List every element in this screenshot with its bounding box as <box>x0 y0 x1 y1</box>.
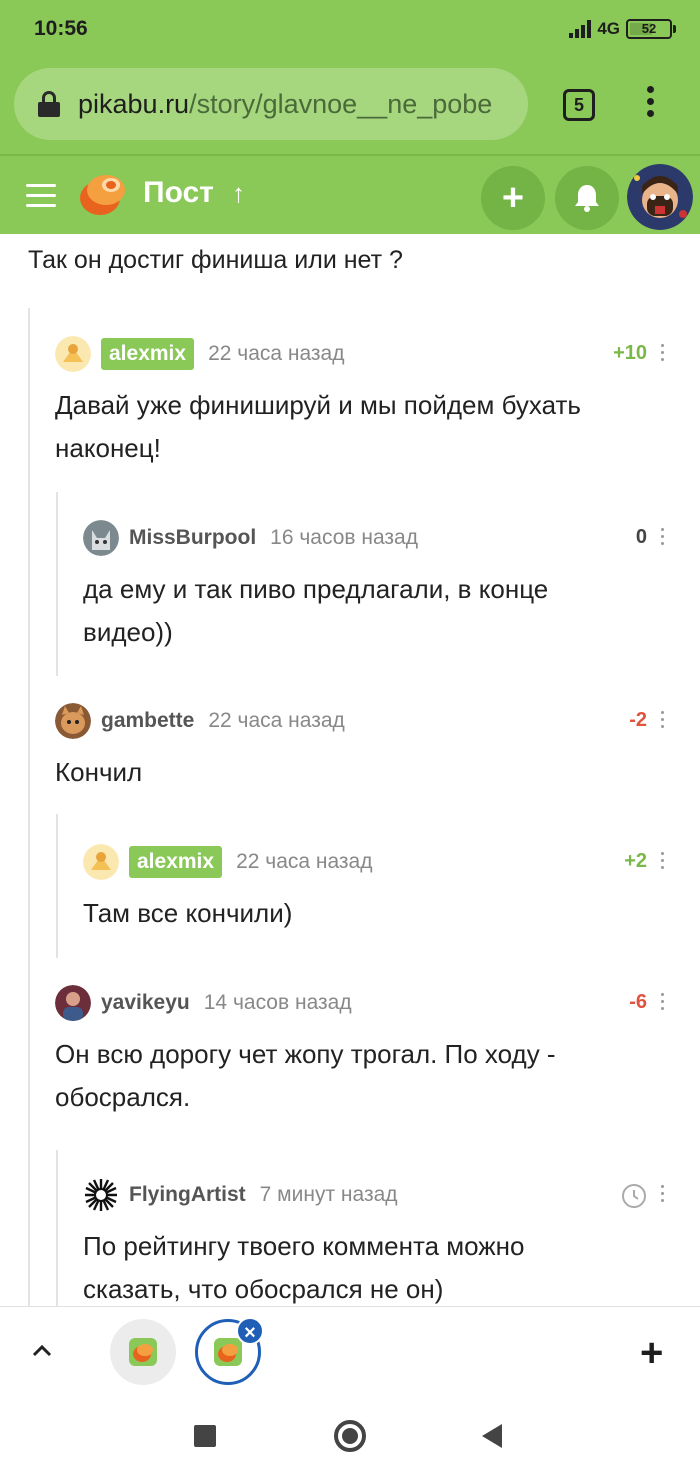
browser-toolbar: pikabu.ru/story/glavnoe__ne_pobe 5 <box>0 58 700 154</box>
comment-text: Давай уже финишируй и мы пойдем бухать н… <box>55 384 581 470</box>
more-options-icon[interactable] <box>661 711 665 731</box>
plus-icon: + <box>501 177 525 219</box>
more-options-icon[interactable] <box>661 344 665 364</box>
status-indicators: 4G 52 <box>569 17 676 41</box>
comment-time: 22 часа назад <box>236 850 373 873</box>
status-time: 10:56 <box>34 17 88 40</box>
status-bar: 10:56 4G 52 <box>0 0 700 58</box>
tab-switcher-button[interactable]: 5 <box>563 89 595 121</box>
comment-text-line: видео)) <box>83 617 173 647</box>
comment: FlyingArtist 7 минут назад По рейтингу т… <box>83 1177 673 1306</box>
comment-rating: -2 <box>629 709 647 731</box>
comment-time: 22 часа назад <box>208 342 345 365</box>
comment-time: 7 минут назад <box>259 1183 398 1206</box>
comment-text-line: Там все кончили) <box>83 898 293 928</box>
tab-thumbnail[interactable] <box>110 1319 176 1385</box>
comment-author[interactable]: yavikeyu <box>101 991 190 1015</box>
home-icon[interactable] <box>334 1420 366 1452</box>
site-header: Пост ↑ + <box>0 154 700 234</box>
comment-rating: +10 <box>613 342 647 364</box>
back-icon[interactable] <box>482 1424 502 1448</box>
comment-author[interactable]: gambette <box>101 709 194 733</box>
avatar[interactable] <box>83 1177 119 1213</box>
comment-time: 16 часов назад <box>270 526 418 549</box>
comment: gambette 22 часа назад -2 Кончил <box>55 703 673 803</box>
url-path: /story/glavnoe__ne_pobe <box>189 88 493 119</box>
bell-icon <box>575 185 599 212</box>
hamburger-menu-icon[interactable] <box>26 184 56 208</box>
comments-section: Так он достиг финиша или нет ? alexmix 2… <box>0 234 700 1306</box>
tab-strip: × + <box>0 1306 700 1396</box>
notifications-button[interactable] <box>555 166 619 230</box>
user-avatar[interactable] <box>627 164 693 230</box>
comment-text: Кончил <box>55 751 142 794</box>
comment-text-line: Он всю дорогу чет жопу трогал. По ходу - <box>55 1039 556 1069</box>
thread-line[interactable] <box>56 814 58 958</box>
pikabu-favicon <box>214 1338 242 1366</box>
comment-rating: 0 <box>635 526 647 548</box>
comment-text: Он всю дорогу чет жопу трогал. По ходу -… <box>55 1033 556 1119</box>
close-tab-icon[interactable]: × <box>236 1317 264 1345</box>
comment-text-line: По рейтингу твоего коммента можно <box>83 1231 525 1261</box>
avatar[interactable] <box>83 844 119 880</box>
comment: yavikeyu 14 часов назад -6 Он всю дорогу… <box>55 985 673 1125</box>
thread-line[interactable] <box>28 308 30 1306</box>
browser-menu-icon[interactable] <box>644 86 656 126</box>
avatar[interactable] <box>55 985 91 1021</box>
network-type: 4G <box>597 19 620 38</box>
comment-author[interactable]: FlyingArtist <box>129 1183 246 1207</box>
comment-text: По рейтингу твоего коммента можно сказат… <box>83 1225 525 1306</box>
comment-text-line: да ему и так пиво предлагали, в конце <box>83 574 549 604</box>
more-options-icon[interactable] <box>661 852 665 872</box>
pikabu-logo[interactable] <box>78 170 128 218</box>
comment-rating: +2 <box>624 850 647 872</box>
page-title: Пост <box>143 176 214 209</box>
clock-icon <box>622 1184 646 1208</box>
comment-time: 14 часов назад <box>203 991 352 1014</box>
comment-text: да ему и так пиво предлагали, в конце ви… <box>83 568 548 654</box>
parent-comment-text: Так он достиг финиша или нет ? <box>28 246 403 274</box>
signal-icon <box>569 20 592 38</box>
chevron-up-icon[interactable] <box>30 1339 54 1363</box>
comment-rating: -6 <box>629 991 647 1013</box>
comment-author[interactable]: MissBurpool <box>129 526 256 550</box>
thread-line[interactable] <box>56 492 58 676</box>
battery-icon: 52 <box>626 19 676 39</box>
avatar[interactable] <box>83 520 119 556</box>
avatar[interactable] <box>55 703 91 739</box>
comment-text-line: Кончил <box>55 757 143 787</box>
comment: alexmix 22 часа назад +10 Давай уже фини… <box>55 336 673 476</box>
add-post-button[interactable]: + <box>481 166 545 230</box>
recents-icon[interactable] <box>194 1425 216 1447</box>
pikabu-favicon <box>129 1338 157 1366</box>
comment-text-line: Давай уже финишируй и мы пойдем бухать <box>55 390 581 420</box>
scroll-up-icon[interactable]: ↑ <box>232 178 245 209</box>
thread-line[interactable] <box>56 1150 58 1306</box>
comment-author[interactable]: alexmix <box>101 338 195 370</box>
comment-text-line: обосрался. <box>55 1082 191 1112</box>
comment-text-line: наконец! <box>55 433 161 463</box>
new-tab-button[interactable]: + <box>640 1333 663 1373</box>
more-options-icon[interactable] <box>661 1185 665 1205</box>
more-options-icon[interactable] <box>661 993 665 1013</box>
comment: alexmix 22 часа назад +2 Там все кончили… <box>83 844 673 944</box>
url-domain: pikabu.ru <box>78 88 190 119</box>
lock-icon <box>38 91 60 117</box>
address-bar[interactable]: pikabu.ru/story/glavnoe__ne_pobe <box>14 68 528 140</box>
more-options-icon[interactable] <box>661 528 665 548</box>
avatar[interactable] <box>55 336 91 372</box>
comment-text-line: сказать, что обосрался не он) <box>83 1274 444 1304</box>
url-text: pikabu.ru/story/glavnoe__ne_pobe <box>78 89 492 120</box>
comment-author[interactable]: alexmix <box>129 846 223 878</box>
comment: MissBurpool 16 часов назад 0 да ему и та… <box>83 520 673 660</box>
system-nav-bar <box>0 1396 700 1478</box>
comment-text: Там все кончили) <box>83 892 292 935</box>
comment-time: 22 часа назад <box>208 709 345 732</box>
